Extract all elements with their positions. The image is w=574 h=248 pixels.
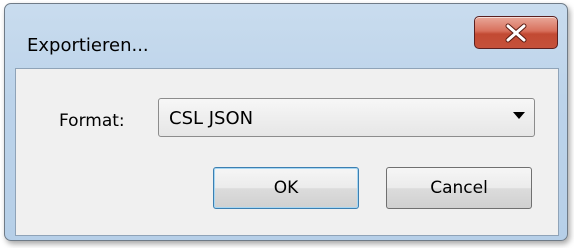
ok-button[interactable]: OK <box>213 167 359 209</box>
chevron-down-icon <box>513 112 525 119</box>
dialog-title: Exportieren... <box>27 35 149 56</box>
dialog-body: Format: CSL JSON OK Cancel <box>15 68 559 236</box>
close-icon <box>505 23 527 43</box>
format-select[interactable]: CSL JSON <box>158 98 535 137</box>
format-select-value: CSL JSON <box>169 108 254 129</box>
close-button[interactable] <box>474 16 558 49</box>
cancel-button[interactable]: Cancel <box>386 167 532 209</box>
export-dialog: Exportieren... Format: CSL JSON OK Cance… <box>4 3 568 241</box>
format-label: Format: <box>59 111 125 131</box>
